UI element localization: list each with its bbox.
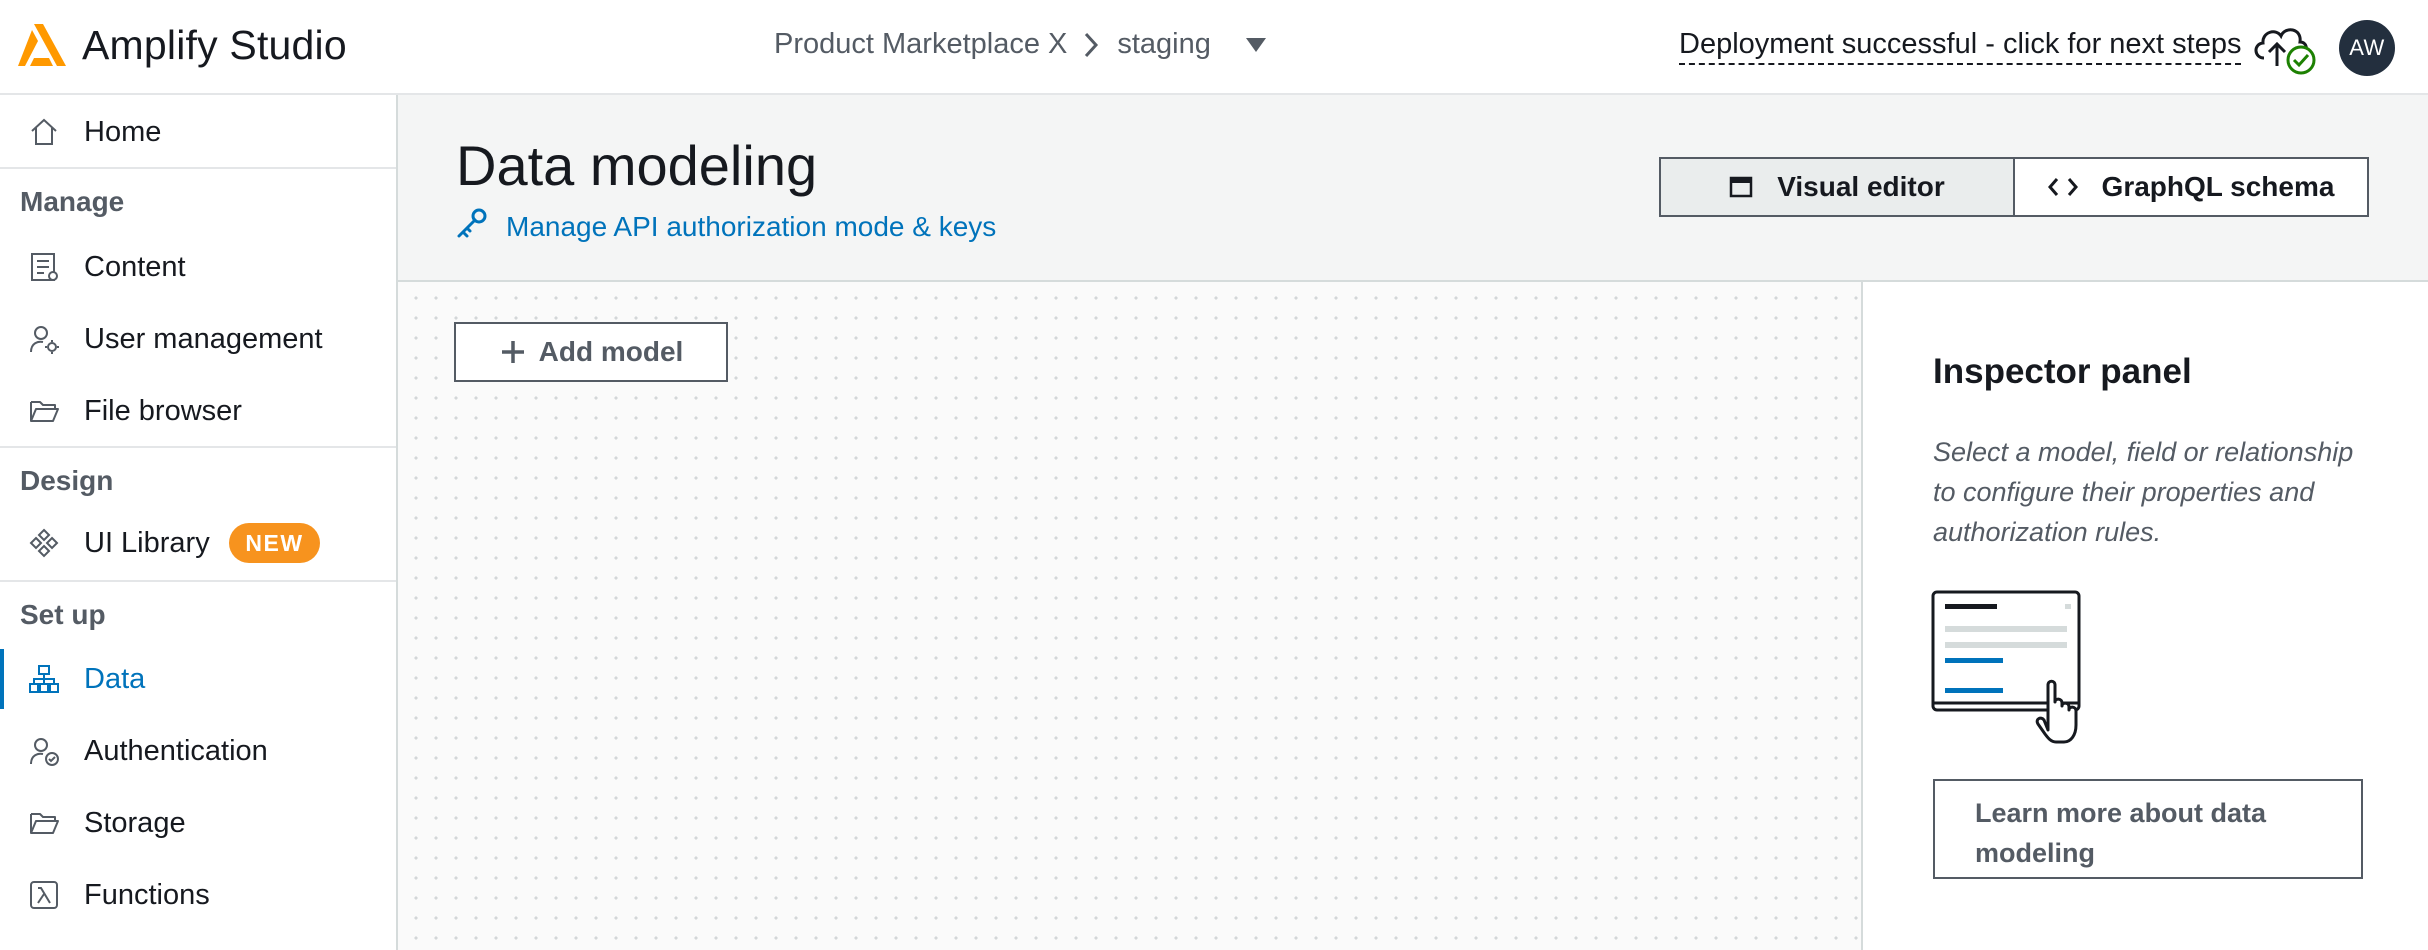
learn-more-button[interactable]: Learn more about data modeling <box>1933 779 2363 879</box>
sidebar-item-label: Home <box>84 115 162 148</box>
add-model-button[interactable]: Add model <box>454 322 728 382</box>
environment-dropdown-caret-icon[interactable] <box>1245 37 1267 53</box>
sidebar-item-authentication[interactable]: Authentication <box>0 721 396 781</box>
divider <box>0 446 396 448</box>
sidebar-item-label: Authentication <box>84 734 268 767</box>
visual-editor-tab[interactable]: Visual editor <box>1659 157 2015 217</box>
user-check-icon <box>26 733 62 769</box>
data-model-canvas[interactable]: Add model <box>398 282 1861 950</box>
deployment-status-link[interactable]: Deployment successful - click for next s… <box>1679 28 2242 65</box>
sidebar-item-label: Data <box>84 662 146 695</box>
add-model-label: Add model <box>538 336 684 367</box>
components-icon <box>26 525 62 561</box>
sidebar-item-user-management[interactable]: User management <box>0 309 396 369</box>
new-badge: NEW <box>229 523 320 563</box>
divider <box>0 580 396 582</box>
main-header: Data modeling Manage API authorization m… <box>398 95 2428 282</box>
breadcrumb: Product Marketplace X staging <box>774 28 1267 61</box>
sidebar-item-functions[interactable]: Functions <box>0 865 396 925</box>
sidebar-item-label: File browser <box>84 394 242 427</box>
sidebar-item-label: Functions <box>84 878 210 911</box>
window-icon <box>1729 176 1753 198</box>
sidebar-item-content[interactable]: Content <box>0 237 396 297</box>
home-icon <box>26 114 62 150</box>
user-settings-icon <box>26 321 62 357</box>
sidebar-item-label: Content <box>84 250 186 283</box>
api-link-label: Manage API authorization mode & keys <box>506 210 997 242</box>
inspector-description: Select a model, field or relationship to… <box>1933 437 2354 547</box>
sidebar-item-ui-library[interactable]: UI Library NEW <box>0 513 396 573</box>
sidebar-item-home[interactable]: Home <box>0 102 396 162</box>
sidebar-item-file-browser[interactable]: File browser <box>0 381 396 441</box>
inspector-illustration-icon <box>1931 590 2101 750</box>
section-title-design: Design <box>20 465 114 496</box>
breadcrumb-environment[interactable]: staging <box>1117 28 1211 61</box>
plus-icon <box>501 341 524 363</box>
top-bar: Amplify Studio Product Marketplace X sta… <box>0 0 2428 95</box>
chevron-right-icon <box>1083 31 1099 59</box>
sidebar-item-label: UI Library <box>84 526 210 559</box>
folder-icon <box>26 805 62 841</box>
graphql-schema-tab[interactable]: GraphQL schema <box>2013 157 2369 217</box>
manage-api-authorization-link[interactable]: Manage API authorization mode & keys <box>454 207 996 246</box>
section-title-setup: Set up <box>20 599 106 630</box>
data-model-icon <box>26 661 62 697</box>
key-icon <box>454 207 488 246</box>
inspector-panel: Inspector panel Select a model, field or… <box>1861 282 2428 950</box>
folder-icon <box>26 393 62 429</box>
cloud-upload-success-icon[interactable] <box>2250 20 2318 76</box>
section-title-manage: Manage <box>20 186 125 217</box>
app-title[interactable]: Amplify Studio <box>82 22 347 69</box>
content-icon <box>26 249 62 285</box>
amplify-logo-icon[interactable] <box>18 22 68 68</box>
inspector-title: Inspector panel <box>1933 352 2192 391</box>
lambda-icon <box>26 877 62 913</box>
divider <box>0 167 396 169</box>
sidebar-item-storage[interactable]: Storage <box>0 793 396 853</box>
breadcrumb-app-name[interactable]: Product Marketplace X <box>774 28 1067 61</box>
page-title: Data modeling <box>456 134 818 197</box>
code-icon <box>2047 178 2078 196</box>
sidebar-item-label: User management <box>84 322 323 355</box>
user-avatar[interactable]: AW <box>2339 20 2395 76</box>
sidebar: Home Manage Content User management File… <box>0 95 398 950</box>
visual-editor-label: Visual editor <box>1777 171 1945 202</box>
sidebar-item-data[interactable]: Data <box>0 649 396 709</box>
graphql-schema-label: GraphQL schema <box>2101 171 2335 202</box>
sidebar-item-label: Storage <box>84 806 186 839</box>
